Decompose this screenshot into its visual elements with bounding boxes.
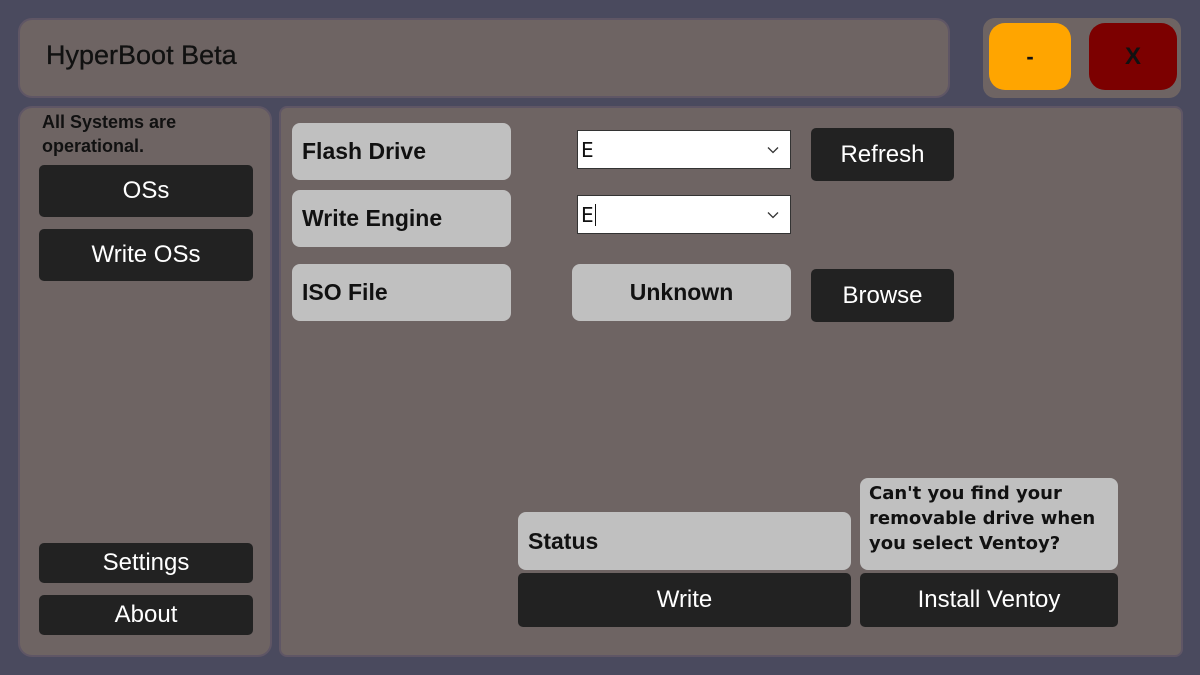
- browse-button[interactable]: Browse: [811, 269, 954, 322]
- settings-button[interactable]: Settings: [39, 543, 253, 583]
- iso-file-value: Unknown: [572, 264, 791, 321]
- main-panel: Flash Drive E Refresh Write Engine E ISO…: [279, 106, 1183, 657]
- text-caret: [594, 203, 596, 226]
- write-button[interactable]: Write: [518, 573, 851, 627]
- write-engine-select[interactable]: E: [577, 195, 791, 234]
- refresh-button[interactable]: Refresh: [811, 128, 954, 181]
- app-title: HyperBoot Beta: [46, 40, 237, 70]
- chevron-down-icon: [767, 211, 779, 218]
- window-controls: - X: [983, 18, 1181, 98]
- flash-drive-select[interactable]: E: [577, 130, 791, 169]
- about-button[interactable]: About: [39, 595, 253, 635]
- close-button[interactable]: X: [1089, 23, 1177, 90]
- system-status-message: All Systems are operational.: [42, 112, 177, 156]
- sidebar: All Systems are operational. OSs Write O…: [18, 106, 272, 657]
- flash-drive-value: E: [581, 137, 594, 162]
- iso-file-label: ISO File: [292, 264, 511, 321]
- write-engine-value: E: [581, 202, 594, 227]
- flash-drive-label: Flash Drive: [292, 123, 511, 180]
- title-bar[interactable]: HyperBoot Beta: [18, 18, 950, 98]
- write-engine-label: Write Engine: [292, 190, 511, 247]
- install-ventoy-button[interactable]: Install Ventoy: [860, 573, 1118, 627]
- nav-write-oss-button[interactable]: Write OSs: [39, 229, 253, 281]
- chevron-down-icon: [767, 146, 779, 153]
- status-label: Status: [518, 512, 851, 570]
- ventoy-hint: Can't you find your removable drive when…: [860, 478, 1118, 570]
- nav-oss-button[interactable]: OSs: [39, 165, 253, 217]
- minimize-button[interactable]: -: [989, 23, 1071, 90]
